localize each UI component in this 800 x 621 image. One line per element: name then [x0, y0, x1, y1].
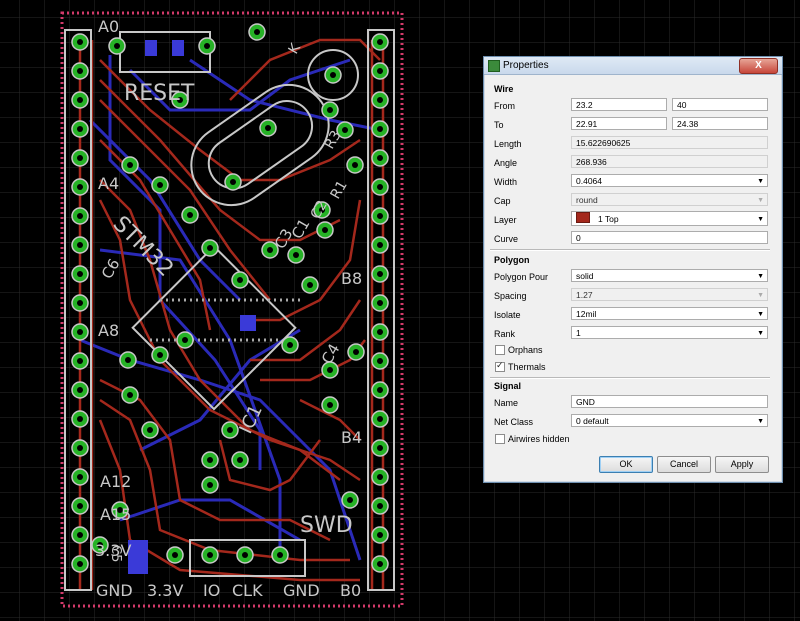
spacing-dropdown-arrow-icon: ▼	[757, 292, 764, 299]
airwires-hidden-label: Airwires hidden	[508, 434, 570, 444]
width-dropdown-arrow-icon[interactable]: ▼	[757, 175, 764, 186]
from-x-field[interactable]: 23.2	[571, 98, 667, 111]
label-bottom-clk: CLK	[232, 581, 263, 600]
polygon-pour-value: solid	[576, 271, 594, 281]
cap-value: round	[576, 195, 598, 205]
label-a8: A8	[98, 321, 119, 340]
label-b8: B8	[341, 269, 362, 288]
apply-button[interactable]: Apply	[715, 456, 769, 473]
length-label: Length	[494, 139, 522, 149]
curve-field[interactable]: 0	[571, 231, 768, 244]
net-class-label: Net Class	[494, 417, 534, 427]
net-class-combo[interactable]: 0 default ▼	[571, 414, 768, 427]
net-class-value: 0 default	[576, 416, 609, 426]
layer-label: Layer	[494, 215, 517, 225]
cap-dropdown-arrow-icon: ▼	[757, 197, 764, 204]
dialog-title: Properties	[503, 60, 549, 71]
orphans-label: Orphans	[508, 345, 543, 355]
from-y-field[interactable]: 40	[672, 98, 768, 111]
angle-field: 268.936	[571, 155, 768, 168]
spacing-value: 1.27	[576, 290, 593, 300]
layer-dropdown-arrow-icon[interactable]: ▼	[757, 212, 764, 225]
thermals-checkbox[interactable]	[495, 360, 505, 372]
airwires-hidden-checkbox[interactable]	[495, 434, 505, 444]
label-a15: A15	[100, 505, 131, 524]
width-label: Width	[494, 177, 518, 187]
label-a4: A4	[98, 174, 119, 193]
thermals-label: Thermals	[508, 362, 546, 372]
to-label: To	[494, 120, 504, 130]
wire-section-header: Wire	[494, 84, 514, 94]
isolate-dropdown-arrow-icon[interactable]: ▼	[757, 308, 764, 319]
rank-label: Rank	[494, 329, 516, 339]
width-value: 0.4064	[576, 176, 602, 186]
label-bottom-b0: B0	[340, 581, 361, 600]
rank-value: 1	[576, 328, 581, 338]
to-y-field[interactable]: 24.38	[672, 117, 768, 130]
cancel-button[interactable]: Cancel	[657, 456, 711, 473]
polygon-pour-combo[interactable]: solid ▼	[571, 269, 768, 282]
curve-label: Curve	[494, 234, 519, 244]
label-bottom-3v3: 3.3V	[147, 581, 183, 600]
layer-combo[interactable]: 1 Top ▼	[571, 211, 768, 226]
label-b4: B4	[341, 428, 362, 447]
label-a0: A0	[98, 17, 119, 36]
orphans-checkbox[interactable]	[495, 345, 505, 355]
spacing-combo: 1.27 ▼	[571, 288, 768, 301]
isolate-label: Isolate	[494, 310, 521, 320]
ok-button[interactable]: OK	[599, 456, 653, 473]
angle-label: Angle	[494, 158, 518, 168]
layer-color-swatch	[576, 212, 590, 223]
close-button[interactable]: X	[739, 58, 778, 74]
to-x-field[interactable]: 22.91	[571, 117, 667, 130]
net-class-dropdown-arrow-icon[interactable]: ▼	[757, 415, 764, 426]
width-combo[interactable]: 0.4064 ▼	[571, 174, 768, 187]
from-label: From	[494, 101, 515, 111]
label-bottom-gnd1: GND	[96, 581, 133, 600]
properties-dialog: Properties X Wire From 23.2 40 To 22.91 …	[483, 56, 783, 483]
length-field: 15.622690625	[571, 136, 768, 149]
isolate-value: 12mil	[576, 309, 597, 319]
layer-value: 1 Top	[598, 214, 619, 224]
separator-polygon	[490, 377, 770, 379]
label-reset: RESET	[124, 81, 195, 106]
label-bottom-io: IO	[203, 581, 220, 600]
label-a12: A12	[100, 472, 131, 491]
rank-combo[interactable]: 1 ▼	[571, 326, 768, 339]
label-c5: C5	[108, 545, 123, 562]
label-bottom-gnd2: GND	[283, 581, 320, 600]
dialog-titlebar[interactable]: Properties X	[484, 57, 782, 75]
polygon-section-header: Polygon	[494, 255, 530, 265]
cap-combo: round ▼	[571, 193, 768, 206]
separator-wire	[490, 249, 770, 251]
app-icon	[488, 60, 500, 72]
rank-dropdown-arrow-icon[interactable]: ▼	[757, 327, 764, 338]
polygon-pour-label: Polygon Pour	[494, 272, 549, 282]
signal-section-header: Signal	[494, 381, 522, 391]
signal-name-label: Name	[494, 398, 519, 408]
signal-name-field[interactable]: GND	[571, 395, 768, 408]
spacing-label: Spacing	[494, 291, 527, 301]
polygon-pour-dropdown-arrow-icon[interactable]: ▼	[757, 270, 764, 281]
isolate-combo[interactable]: 12mil ▼	[571, 307, 768, 320]
cap-label: Cap	[494, 196, 511, 206]
label-swd: SWD	[300, 513, 353, 538]
